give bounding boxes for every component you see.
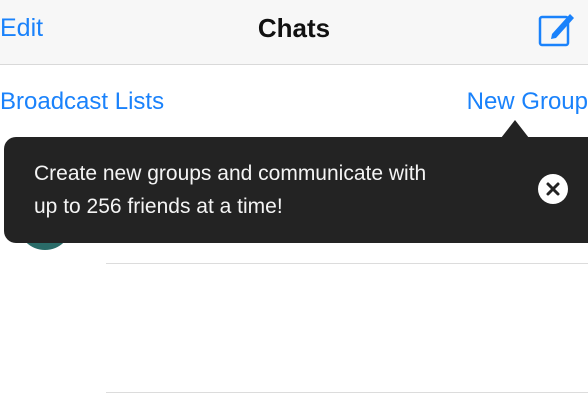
tooltip-line: Create new groups and communicate with: [34, 162, 427, 185]
page-title: Chats: [257, 13, 331, 43]
compose-button[interactable]: [536, 8, 578, 50]
tooltip-message: Create new groups and communicate with u…: [34, 157, 514, 223]
close-icon: [546, 182, 560, 196]
tooltip-arrow: [501, 120, 529, 138]
list-separator: [106, 263, 588, 264]
list-separator: [106, 392, 588, 393]
navigation-bar: Edit Chats: [0, 0, 588, 65]
tooltip-line: up to 256 friends at a time!: [34, 195, 283, 218]
new-group-link[interactable]: New Group: [467, 87, 588, 117]
chat-actions-row: Broadcast Lists New Group: [0, 65, 588, 139]
broadcast-lists-link[interactable]: Broadcast Lists: [0, 87, 164, 117]
new-group-tooltip: Create new groups and communicate with u…: [4, 137, 588, 243]
compose-icon: [538, 14, 574, 47]
dismiss-tooltip-button[interactable]: [538, 174, 568, 204]
